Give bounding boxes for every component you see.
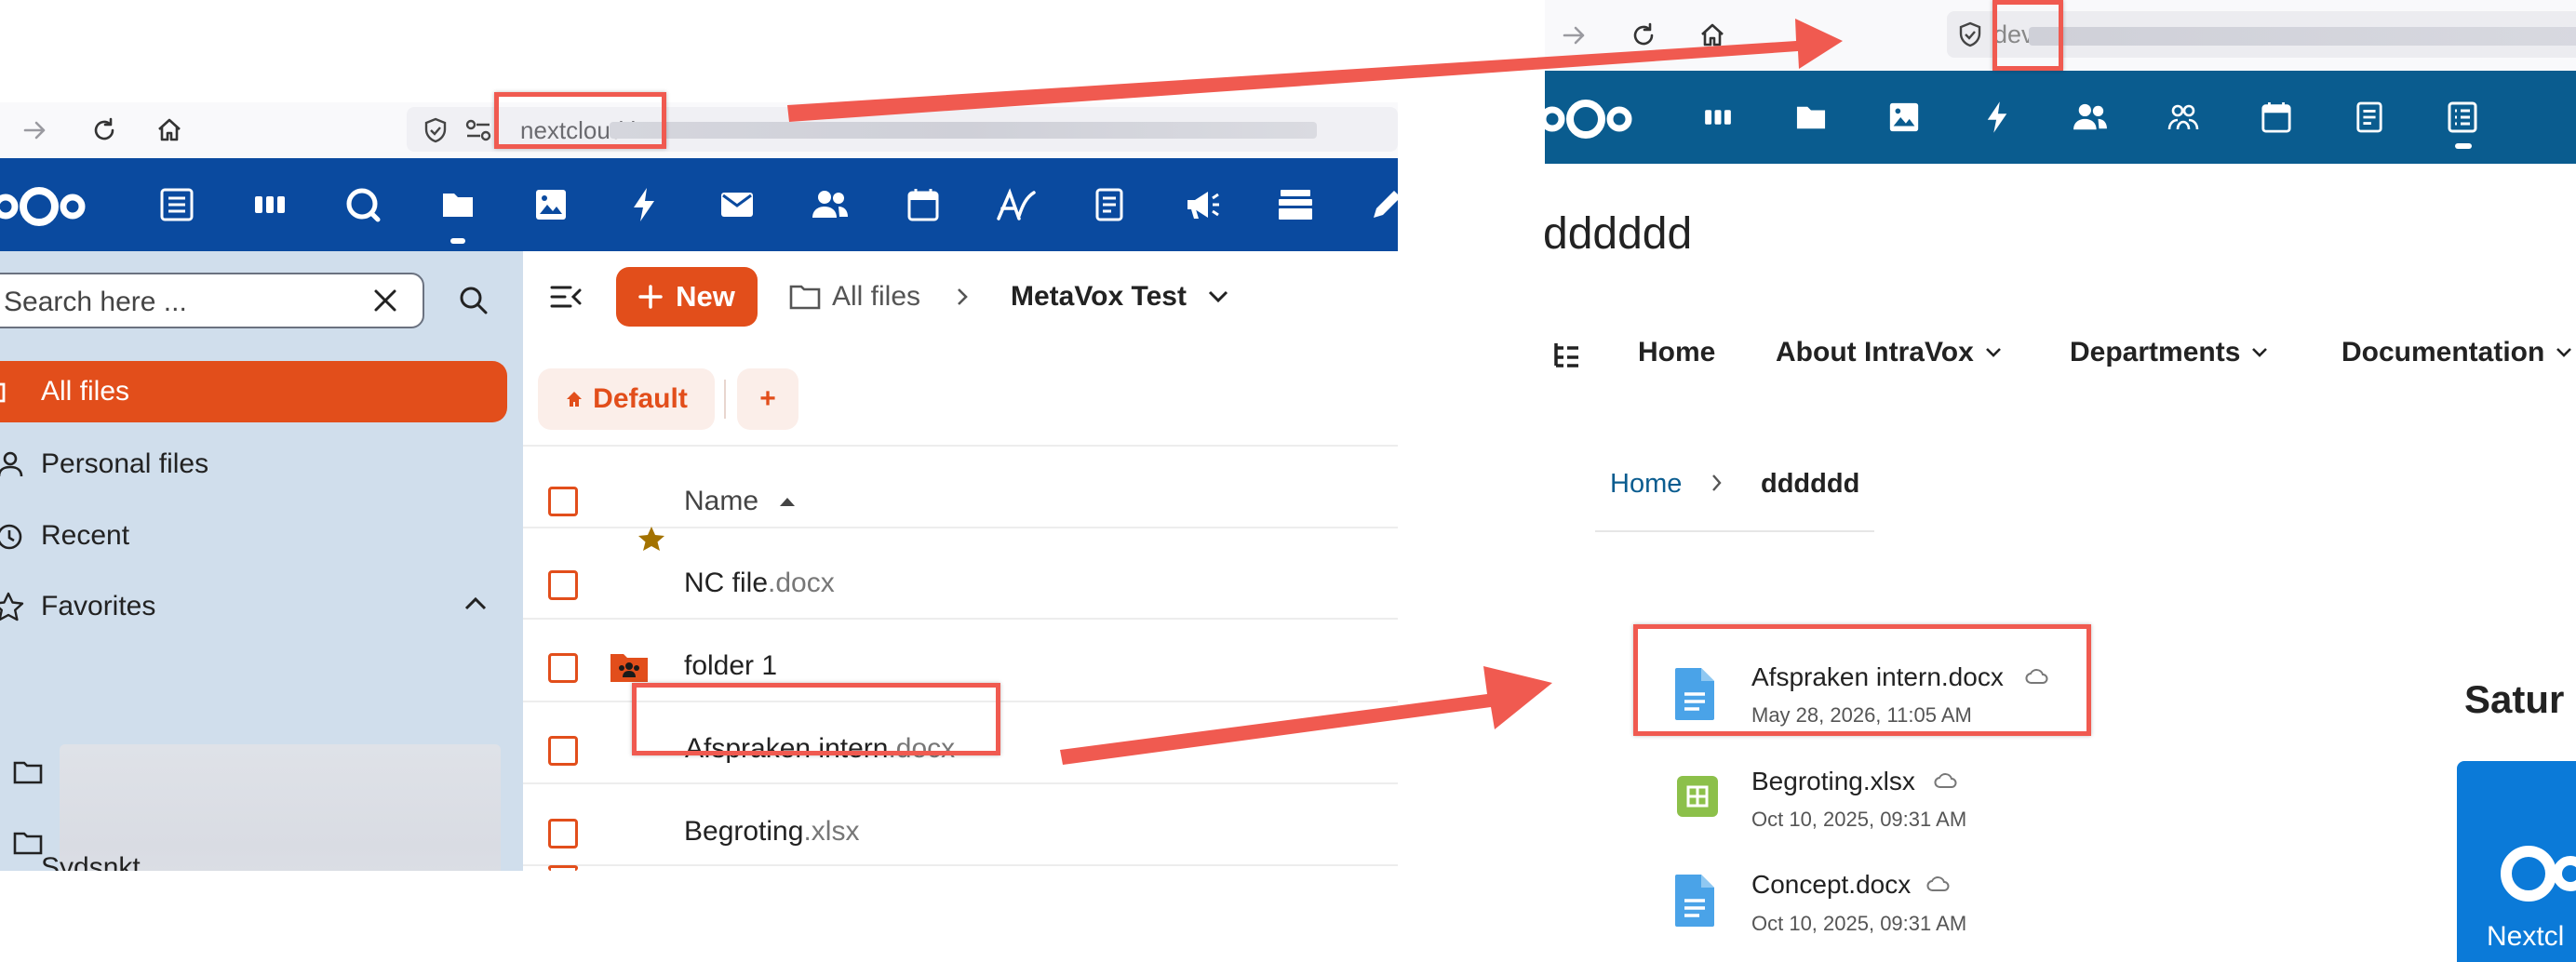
- arrow-file: [1060, 666, 1552, 765]
- arrow-url: [787, 19, 1843, 122]
- annotation-arrows: [787, 19, 1843, 765]
